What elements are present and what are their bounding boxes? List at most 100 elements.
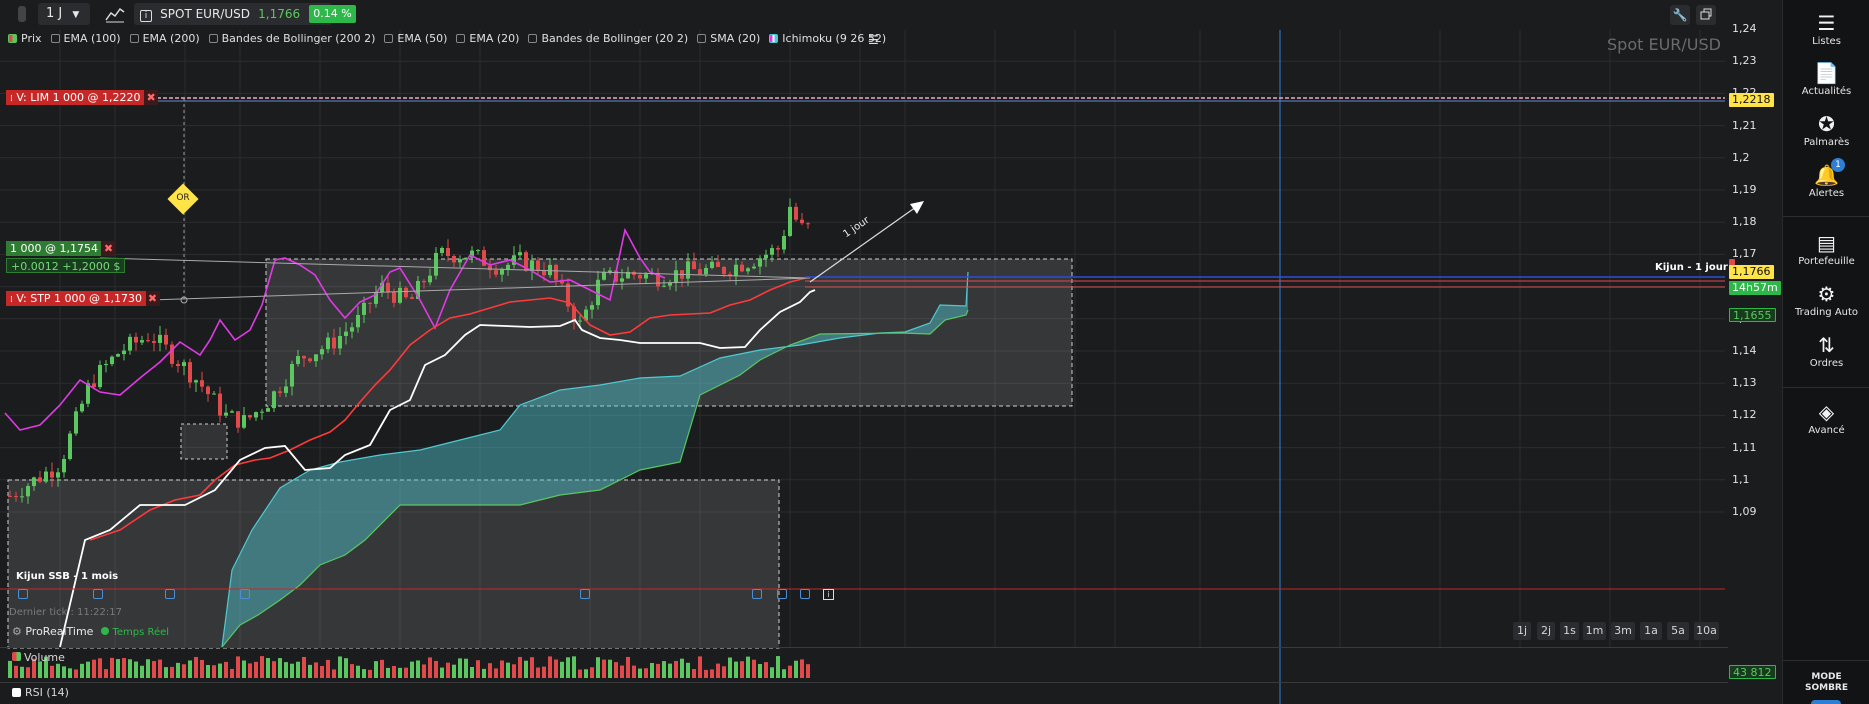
volume-bar: [308, 664, 312, 678]
indicator-checkbox-icon[interactable]: [8, 34, 17, 43]
volume-panel-label[interactable]: Volume: [12, 651, 65, 664]
cancel-stop-order-icon[interactable]: ✖: [145, 291, 160, 306]
volume-bar: [320, 665, 324, 678]
sidebar-item-avance[interactable]: ◈ Avancé: [1783, 401, 1869, 436]
price-chart[interactable]: [0, 0, 1782, 704]
timeframe-button-2j[interactable]: 2j: [1537, 622, 1555, 640]
dark-mode-toggle[interactable]: MODE SOMBRE: [1783, 672, 1869, 694]
position-tag[interactable]: 1 000 @ 1,1754 ✖: [6, 241, 116, 256]
bullish-candle: [662, 285, 666, 287]
limit-order-tag[interactable]: ⁞ V: LIM 1 000 @ 1,2220 ✖: [6, 90, 159, 105]
bearish-candle: [188, 362, 192, 383]
news-marker-icon[interactable]: [800, 589, 810, 599]
indicator-7[interactable]: SMA (20): [697, 32, 760, 45]
window-restore-icon[interactable]: [1696, 5, 1716, 25]
indicator-checkbox-icon[interactable]: [456, 34, 466, 43]
bullish-candle: [32, 477, 36, 487]
wrench-icon[interactable]: 🔧: [1670, 5, 1690, 25]
panel-divider: [0, 682, 1728, 683]
timeframe-button-1j[interactable]: 1j: [1513, 622, 1531, 640]
instrument-price: 1,1766: [258, 7, 301, 21]
sidebar-item-actualites[interactable]: 📄 Actualités: [1783, 62, 1869, 97]
kijun-left-label: Kijun SSB - 1 mois: [16, 571, 119, 582]
volume-bar: [530, 657, 534, 678]
sidebar-item-palmares[interactable]: ✪ Palmarès: [1783, 113, 1869, 148]
news-marker-icon[interactable]: [580, 589, 590, 599]
timeframe-button-1a[interactable]: 1a: [1640, 622, 1662, 640]
volume-bar: [716, 663, 720, 678]
timeframe-button-1m[interactable]: 1m: [1583, 622, 1606, 640]
volume-bar: [194, 656, 198, 678]
instrument-button[interactable]: i SPOT EUR/USD 1,1766 0.14 %: [134, 3, 356, 25]
volume-bar: [638, 668, 642, 678]
close-position-icon[interactable]: ✖: [101, 241, 116, 256]
indicator-checkbox-icon[interactable]: [769, 34, 779, 43]
sidebar-item-trading-auto[interactable]: ⚙ Trading Auto: [1783, 283, 1869, 318]
volume-bar: [476, 660, 480, 678]
indicator-label: EMA (100): [63, 32, 121, 45]
drag-handle-icon[interactable]: [18, 6, 26, 22]
bullish-candle: [356, 314, 360, 328]
price-axis-label: 1,14: [1732, 344, 1757, 357]
indicator-checkbox-icon[interactable]: [129, 34, 139, 43]
bearish-candle: [536, 260, 540, 271]
dark-mode-switch[interactable]: [1811, 700, 1841, 704]
timeframe-select[interactable]: 1 J ▼: [38, 3, 90, 25]
sidebar-item-alertes[interactable]: 🔔 1 Alertes: [1783, 158, 1869, 199]
sidebar-item-listes[interactable]: ☰ Listes: [1783, 12, 1869, 47]
indicator-2[interactable]: EMA (200): [129, 32, 200, 45]
volume-bar: [368, 669, 372, 678]
indicator-0[interactable]: Prix: [8, 32, 42, 45]
volume-bar: [134, 661, 138, 678]
indicator-checkbox-icon[interactable]: [528, 34, 538, 43]
sidebar-item-ordres[interactable]: ⇅ Ordres: [1783, 334, 1869, 369]
chart-type-icon[interactable]: [104, 5, 126, 23]
timeframe-button-5a[interactable]: 5a: [1667, 622, 1689, 640]
stop-order-tag[interactable]: ⁞ V: STP 1 000 @ 1,1730 ✖: [6, 291, 160, 306]
volume-bar: [26, 667, 30, 678]
sidebar-item-portefeuille[interactable]: ▤ Portefeuille: [1783, 232, 1869, 267]
news-marker-icon[interactable]: [752, 589, 762, 599]
news-marker-icon[interactable]: [165, 589, 175, 599]
green-price-tag: 1,1655: [1729, 308, 1776, 322]
indicator-checkbox-icon[interactable]: [50, 34, 60, 43]
bullish-candle: [338, 335, 342, 349]
brand-label: ⚙ ProRealTime Temps Réel: [12, 625, 169, 638]
list-settings-icon[interactable]: ☰: [868, 33, 879, 47]
bullish-candle: [80, 403, 84, 412]
indicator-checkbox-icon[interactable]: [208, 34, 218, 43]
indicator-legend: Prix EMA (100) EMA (200) Bandes de Bollinge…: [8, 32, 895, 50]
price-axis-label: 1,24: [1732, 22, 1757, 35]
indicator-4[interactable]: EMA (50): [384, 32, 447, 45]
volume-bar: [14, 665, 18, 678]
indicator-6[interactable]: Bandes de Bollinger (20 2): [528, 32, 688, 45]
event-info-icon[interactable]: i: [823, 589, 834, 600]
volume-bar: [806, 664, 810, 678]
volume-bar: [632, 665, 636, 678]
rsi-label: RSI (14): [25, 686, 69, 699]
volume-color-icon: [12, 652, 21, 661]
indicator-5[interactable]: EMA (20): [456, 32, 519, 45]
bullish-candle: [620, 278, 624, 282]
volume-bar: [518, 656, 522, 678]
bullish-candle: [788, 206, 792, 236]
indicator-1[interactable]: EMA (100): [50, 32, 121, 45]
price-axis-label: 1,1: [1732, 472, 1750, 486]
indicator-checkbox-icon[interactable]: [384, 34, 394, 43]
news-marker-icon[interactable]: [240, 589, 250, 599]
timeframe-button-3m[interactable]: 3m: [1611, 622, 1635, 640]
news-marker-icon[interactable]: [18, 589, 28, 599]
timeframe-button-10a[interactable]: 10a: [1694, 622, 1719, 640]
indicator-checkbox-icon[interactable]: [697, 34, 707, 43]
news-marker-icon[interactable]: [777, 589, 787, 599]
indicator-3[interactable]: Bandes de Bollinger (200 2): [208, 32, 375, 45]
news-marker-icon[interactable]: [93, 589, 103, 599]
rsi-panel-label[interactable]: RSI (14): [12, 686, 69, 699]
volume-bar: [416, 660, 420, 678]
indicator-label: EMA (50): [397, 32, 448, 45]
cancel-limit-order-icon[interactable]: ✖: [144, 90, 159, 105]
bullish-candle: [68, 433, 72, 459]
volume-bar: [548, 656, 552, 678]
timeframe-button-1s[interactable]: 1s: [1560, 622, 1579, 640]
bearish-candle: [386, 282, 390, 292]
